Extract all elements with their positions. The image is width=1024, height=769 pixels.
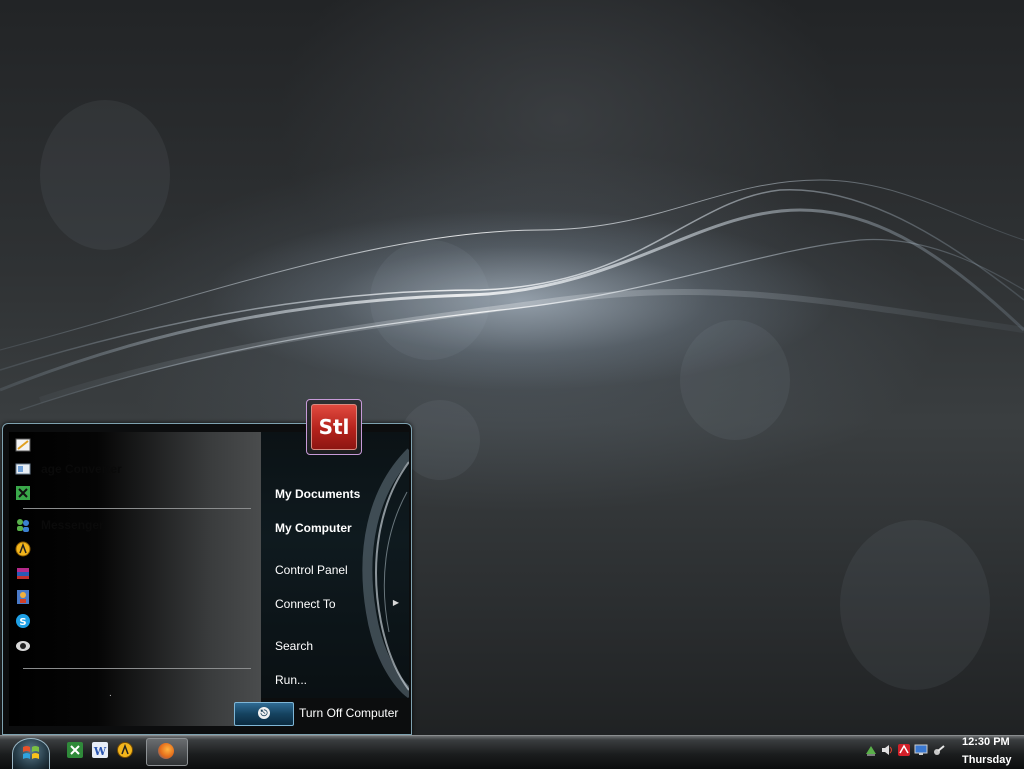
network-icon[interactable]	[864, 743, 878, 757]
start-button[interactable]	[12, 738, 50, 769]
excel-icon[interactable]	[66, 741, 84, 759]
aim-icon	[15, 541, 31, 557]
control-panel-link[interactable]: Control Panel	[275, 563, 348, 577]
safely-remove-icon[interactable]	[932, 743, 946, 757]
turn-off-label[interactable]: Turn Off Computer	[299, 706, 398, 720]
user-picture[interactable]: Stl	[306, 399, 362, 455]
firefox-icon	[158, 743, 174, 759]
run-link[interactable]: Run...	[275, 673, 307, 687]
clock-day[interactable]: Thursday	[962, 754, 1012, 766]
program-item[interactable]	[13, 586, 253, 608]
photo-viewer-icon	[17, 590, 29, 604]
program-item[interactable]	[13, 538, 253, 560]
firefox-taskbar-button[interactable]	[146, 738, 188, 766]
program-item[interactable]	[13, 434, 253, 456]
windows-logo-icon	[23, 746, 39, 759]
program-separator	[23, 508, 251, 509]
clock-time[interactable]: 12:30 PM	[962, 736, 1010, 748]
volume-icon[interactable]	[880, 743, 894, 757]
paint-icon	[15, 438, 31, 452]
search-link[interactable]: Search	[275, 639, 313, 653]
places-pane: My Documents My Computer Control Panel C…	[261, 432, 409, 698]
program-item[interactable]	[13, 562, 253, 584]
connect-to-label: Connect To	[275, 597, 336, 611]
svg-text:S: S	[19, 617, 26, 628]
skype-icon: S	[16, 614, 30, 628]
program-separator	[23, 668, 251, 669]
power-bar: ⎋ Turn Off Computer	[234, 702, 408, 726]
xbox-icon	[16, 486, 30, 500]
power-icon: ⎋	[258, 707, 270, 719]
program-list: age Converter Messenger S .	[9, 432, 261, 726]
display-icon[interactable]	[914, 743, 928, 757]
connect-to-link[interactable]: Connect To ▶	[275, 597, 403, 611]
program-item[interactable]	[13, 482, 253, 504]
program-item[interactable]	[13, 634, 253, 656]
turn-off-button[interactable]: ⎋	[234, 702, 294, 726]
all-programs-button[interactable]: .	[109, 688, 112, 699]
my-documents-link[interactable]: My Documents	[275, 487, 360, 501]
program-label: age Converter	[41, 462, 122, 476]
program-label: Messenger	[41, 518, 104, 532]
antivirus-icon[interactable]	[897, 743, 911, 757]
converter-icon	[15, 463, 31, 475]
start-menu: age Converter Messenger S . My Documents…	[2, 423, 412, 735]
winrar-icon	[17, 568, 29, 579]
submenu-arrow-icon: ▶	[392, 598, 399, 607]
program-item[interactable]: age Converter	[13, 458, 253, 480]
aim-icon[interactable]	[116, 741, 134, 759]
messenger-icon	[17, 519, 29, 532]
word-icon[interactable]: W	[91, 741, 109, 759]
program-item[interactable]: Messenger	[13, 514, 253, 536]
svg-text:W: W	[93, 745, 107, 758]
webcam-icon	[16, 641, 30, 651]
my-computer-link[interactable]: My Computer	[275, 521, 352, 535]
program-item[interactable]: S	[13, 610, 253, 632]
user-picture-logo: Stl	[311, 404, 357, 450]
